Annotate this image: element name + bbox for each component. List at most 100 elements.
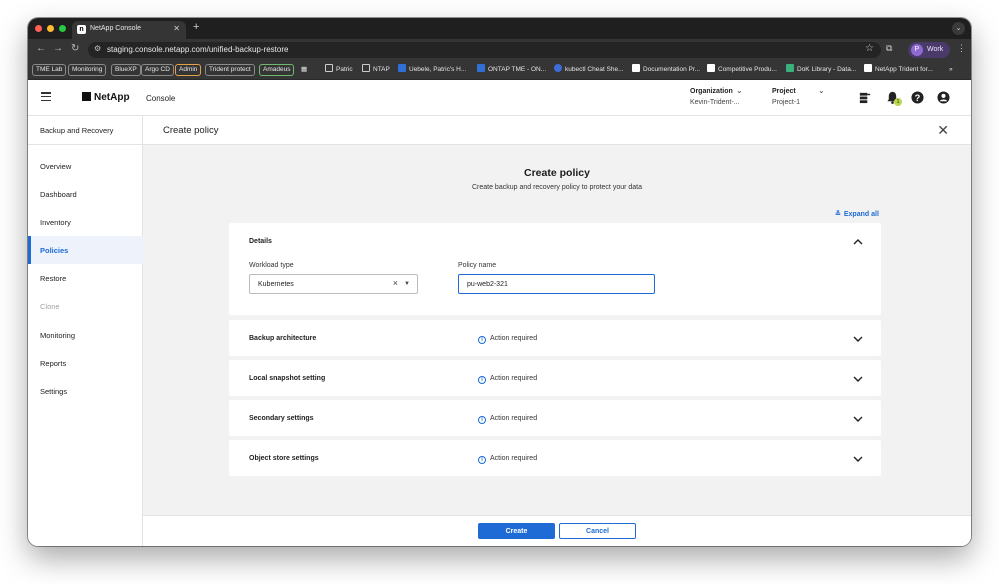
chevron-down-icon[interactable]: ⌄: [736, 86, 743, 95]
page-header: Create policy ✕: [143, 116, 971, 145]
forward-icon[interactable]: →: [53, 43, 63, 54]
expand-all-button[interactable]: ≚ Expand all: [835, 210, 879, 218]
form-title: Create policy: [524, 167, 590, 179]
bookmark-item[interactable]: DoK Library - Data...: [786, 64, 856, 76]
chevron-down-icon[interactable]: [853, 416, 863, 422]
minimize-window-button[interactable]: [47, 25, 54, 32]
close-tab-icon[interactable]: ✕: [173, 24, 180, 33]
tab-title: NetApp Console: [90, 25, 141, 32]
netapp-logo-icon: [82, 92, 91, 101]
app-name: Console: [146, 94, 176, 103]
tab-search-icon[interactable]: ⌄: [952, 22, 965, 35]
browser-tab[interactable]: n NetApp Console ✕: [72, 21, 186, 39]
caret-down-icon[interactable]: ▼: [404, 281, 410, 287]
notification-badge: 1: [894, 98, 902, 106]
details-section: Details Workload type Kubernetes × ▼ Pol…: [229, 223, 881, 315]
maximize-window-button[interactable]: [59, 25, 66, 32]
netapp-icon: [632, 64, 640, 72]
new-tab-icon[interactable]: +: [193, 21, 199, 33]
create-button[interactable]: Create: [478, 523, 555, 539]
netapp-favicon-icon: n: [77, 25, 86, 34]
sidebar-item-clone: Clone: [40, 302, 60, 311]
project-label[interactable]: Project: [772, 88, 796, 95]
secondary-settings-section[interactable]: Secondary settings i Action required: [229, 400, 881, 436]
sidebar-item-settings[interactable]: Settings: [28, 377, 143, 405]
clear-icon[interactable]: ×: [393, 278, 398, 288]
folder-icon: [362, 64, 370, 72]
url-text: staging.console.netapp.com/unified-backu…: [107, 45, 289, 54]
bookmark-item[interactable]: Competitive Produ...: [707, 64, 777, 76]
bookmark-item[interactable]: kubectl Cheat She...: [554, 64, 624, 76]
bookmark-folder[interactable]: Patric: [325, 64, 353, 76]
help-icon[interactable]: ?: [911, 91, 924, 104]
chevron-down-icon[interactable]: [853, 336, 863, 342]
bookmark-item[interactable]: Monitoring: [68, 64, 107, 76]
extensions-icon[interactable]: ⧉: [886, 43, 892, 54]
netapp-logo[interactable]: NetApp: [82, 92, 130, 103]
backup-architecture-section[interactable]: Backup architecture i Action required: [229, 320, 881, 356]
bookmark-star-icon[interactable]: ☆: [865, 43, 874, 54]
bookmark-item[interactable]: Argo CD: [141, 64, 174, 76]
chevron-down-icon[interactable]: [853, 456, 863, 462]
site-settings-icon[interactable]: ⚙: [94, 44, 101, 53]
workload-type-value: Kubernetes: [258, 281, 294, 288]
bookmark-item[interactable]: Uebele, Patric's H...: [398, 64, 466, 76]
sidebar-item-reports[interactable]: Reports: [28, 349, 143, 377]
svg-text:?: ?: [915, 93, 921, 103]
project-value[interactable]: Project-1: [772, 99, 800, 106]
back-icon[interactable]: ←: [36, 43, 46, 54]
more-bookmarks-icon[interactable]: »: [949, 64, 953, 76]
bookmark-item[interactable]: NetApp Trident for...: [864, 64, 933, 76]
workload-type-label: Workload type: [249, 262, 294, 269]
sidebar-item-monitoring[interactable]: Monitoring: [28, 321, 143, 349]
bookmark-item[interactable]: BlueXP: [111, 64, 141, 76]
profile-label: Work: [927, 46, 944, 53]
profile-avatar: P: [911, 44, 923, 56]
sidebar-item-dashboard[interactable]: Dashboard: [28, 180, 143, 208]
tab-strip: n NetApp Console ✕ + ⌄: [28, 18, 971, 39]
organization-value[interactable]: Kevin-Trident-...: [690, 99, 740, 106]
info-icon: i: [478, 416, 486, 424]
chevron-down-icon[interactable]: [853, 376, 863, 382]
browser-menu-icon[interactable]: ⋮: [957, 43, 966, 54]
close-icon[interactable]: ✕: [937, 122, 949, 139]
bookmark-item[interactable]: Trident protect: [205, 64, 255, 76]
page-title: Create policy: [163, 125, 219, 136]
confluence-icon: [477, 64, 485, 72]
chevron-down-icon[interactable]: ⌄: [818, 86, 825, 95]
account-icon[interactable]: [937, 91, 950, 104]
status-badge: i Action required: [478, 375, 537, 384]
bookmark-folder[interactable]: NTAP: [362, 64, 390, 76]
bookmark-item[interactable]: ONTAP TME - ON...: [477, 64, 546, 76]
dok-icon: [786, 64, 794, 72]
reload-icon[interactable]: ↻: [71, 43, 79, 54]
sidebar-item-overview[interactable]: Overview: [28, 152, 143, 180]
cancel-button[interactable]: Cancel: [559, 523, 636, 539]
organization-label[interactable]: Organization: [690, 88, 733, 95]
address-bar[interactable]: ⚙ staging.console.netapp.com/unified-bac…: [88, 42, 881, 58]
status-badge: i Action required: [478, 415, 537, 424]
profile-button[interactable]: P Work: [908, 42, 950, 58]
netapp-icon: [864, 64, 872, 72]
apps-grid-icon[interactable]: ▦: [301, 64, 307, 76]
bookmark-item[interactable]: Documentation Pr...: [632, 64, 700, 76]
bookmark-item[interactable]: Admin: [175, 64, 202, 76]
chevron-up-icon[interactable]: [853, 239, 863, 245]
jira-icon: [398, 64, 406, 72]
close-window-button[interactable]: [35, 25, 42, 32]
bookmark-item[interactable]: Amadeus: [259, 64, 295, 76]
sidebar: Backup and Recovery Overview Dashboard I…: [28, 116, 143, 546]
sidebar-item-inventory[interactable]: Inventory: [28, 208, 143, 236]
object-store-settings-section[interactable]: Object store settings i Action required: [229, 440, 881, 476]
sidebar-item-policies[interactable]: Policies: [28, 236, 143, 264]
local-snapshot-section[interactable]: Local snapshot setting i Action required: [229, 360, 881, 396]
sidebar-item-restore[interactable]: Restore: [28, 264, 143, 292]
policy-name-input[interactable]: [458, 274, 655, 294]
menu-icon[interactable]: [41, 92, 51, 102]
workload-type-select[interactable]: Kubernetes × ▼: [249, 274, 418, 294]
bookmark-item[interactable]: TME Lab: [32, 64, 67, 76]
folder-icon: [325, 64, 333, 72]
workloads-icon[interactable]: [858, 91, 871, 104]
netapp-icon: [707, 64, 715, 72]
status-badge: i Action required: [478, 455, 537, 464]
